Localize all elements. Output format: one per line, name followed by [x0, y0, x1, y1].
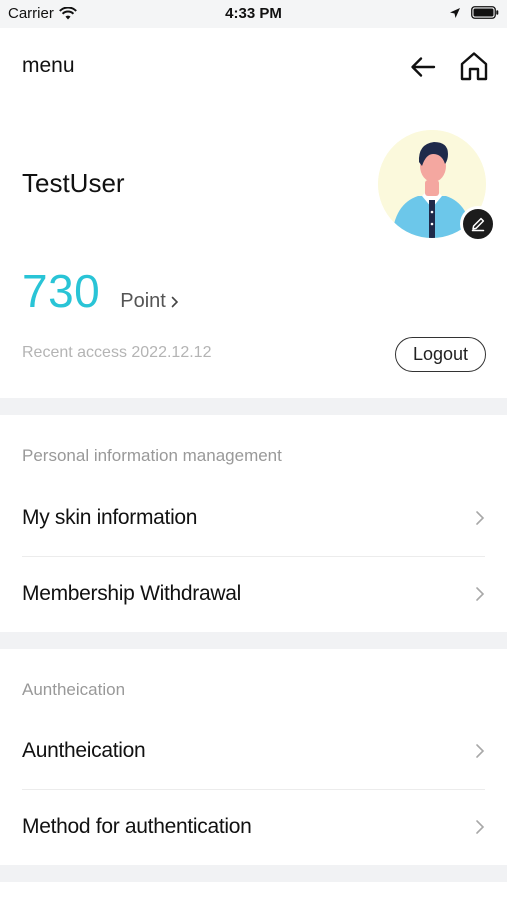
section-separator [0, 865, 507, 882]
location-arrow-icon [450, 7, 460, 18]
chevron-right-icon [171, 296, 178, 307]
personal-info-section: Personal information management My skin … [0, 415, 507, 632]
arrow-left-icon [411, 57, 436, 77]
top-nav: menu [0, 28, 507, 104]
menu-item-my-skin-information[interactable]: My skin information [22, 480, 485, 556]
section-title: Auntheication [22, 680, 126, 699]
menu-item-membership-withdrawal[interactable]: Membership Withdrawal [22, 556, 485, 632]
edit-avatar-button[interactable] [460, 206, 496, 242]
back-button[interactable] [406, 50, 440, 84]
chevron-right-icon [476, 511, 485, 525]
avatar-container [378, 130, 496, 242]
chevron-right-icon [476, 744, 485, 758]
section-separator [0, 632, 507, 649]
points-label: Point [120, 290, 166, 312]
home-icon [460, 52, 488, 81]
logout-button[interactable]: Logout [395, 337, 486, 372]
status-bar: Carrier 4:33 PM [0, 0, 507, 28]
profile-card: TestUser 730 Point Recent access 2022.12… [0, 104, 507, 398]
points-link[interactable]: Point [120, 290, 179, 313]
points-summary: 730 Point [22, 264, 179, 318]
menu-item-label: Auntheication [22, 739, 146, 762]
recent-access-text: Recent access 2022.12.12 [22, 344, 212, 361]
menu-item-auntheication[interactable]: Auntheication [22, 713, 485, 789]
menu-item-method-for-authentication[interactable]: Method for authentication [22, 789, 485, 865]
section-separator [0, 398, 507, 415]
clock: 4:33 PM [225, 5, 282, 22]
menu-item-label: Method for authentication [22, 815, 252, 838]
username: TestUser [22, 168, 125, 198]
pencil-icon [471, 217, 485, 232]
menu-item-label: Membership Withdrawal [22, 582, 241, 605]
status-icons [449, 6, 499, 19]
chevron-right-icon [476, 587, 485, 601]
battery-icon [471, 6, 499, 19]
menu-item-label: My skin information [22, 506, 198, 529]
home-button[interactable] [456, 48, 492, 84]
authentication-section: Auntheication Auntheication Method for a… [0, 649, 507, 865]
chevron-right-icon [476, 820, 485, 834]
section-title: Personal information management [22, 446, 282, 465]
page-title: menu [22, 54, 75, 77]
points-value: 730 [22, 265, 101, 317]
